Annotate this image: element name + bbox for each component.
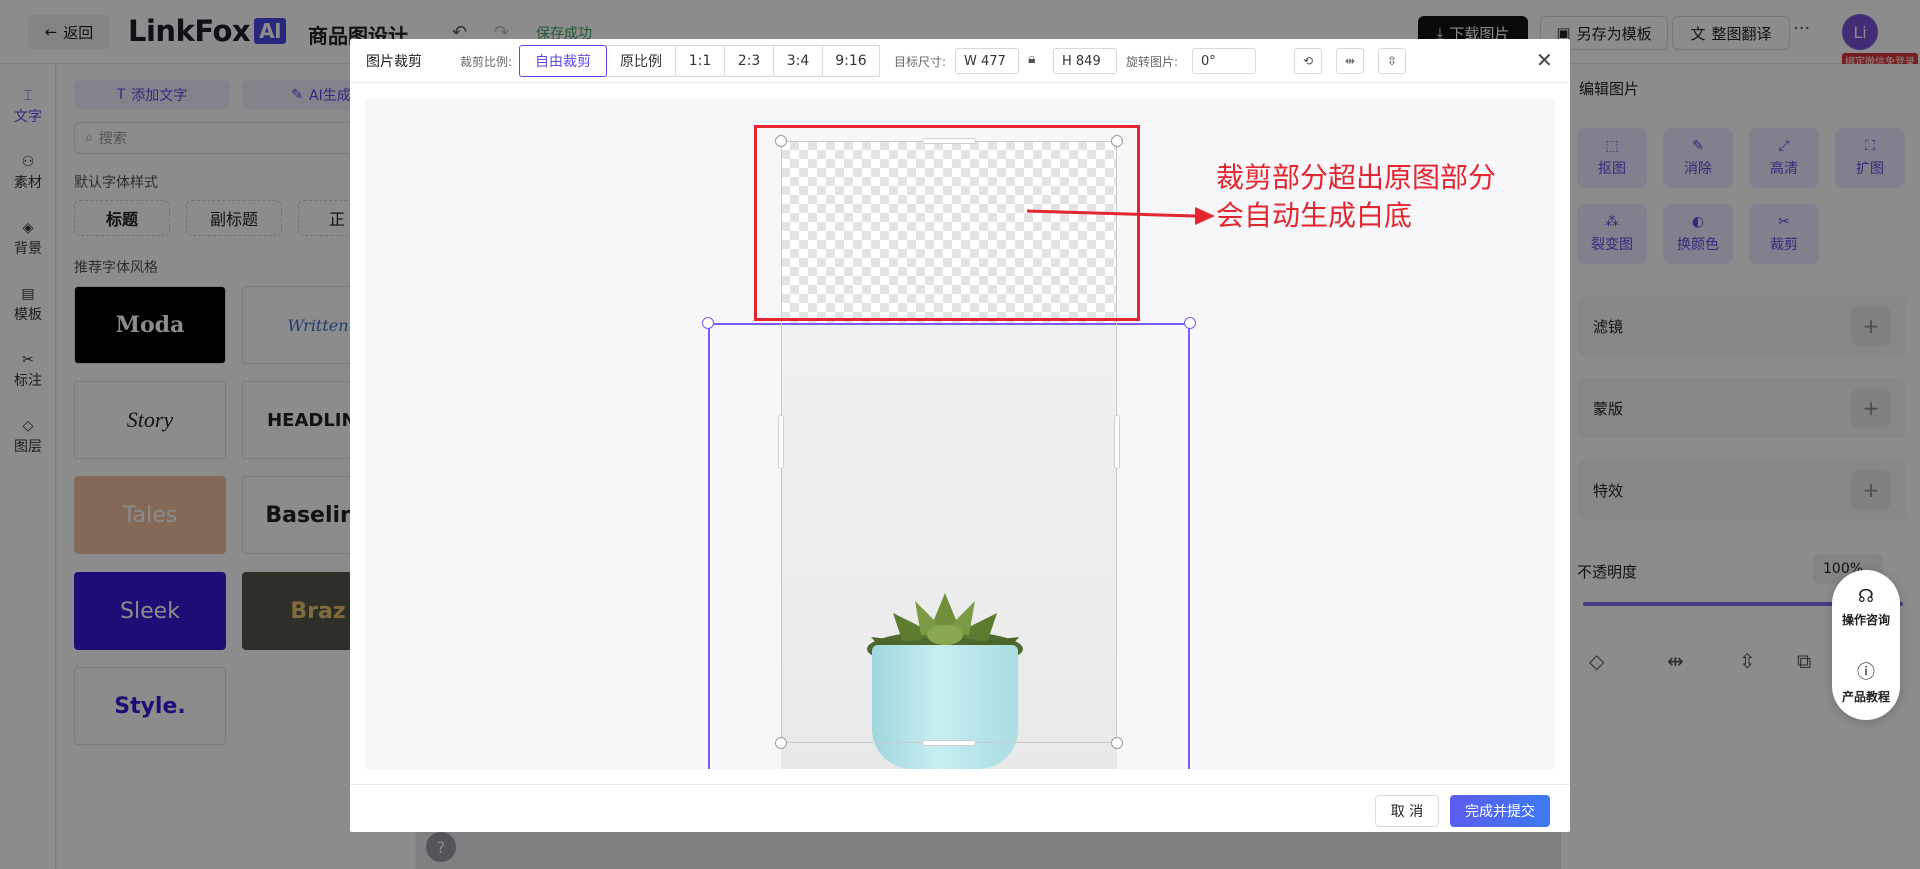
crop-stage[interactable]: 裁剪部分超出原图部分 会自动生成白底	[365, 99, 1555, 769]
modal-footer: 取 消 完成并提交	[350, 784, 1570, 832]
question-circle-icon: ⓘ	[1857, 662, 1875, 683]
consult-button[interactable]: ☊ 操作咨询	[1832, 586, 1900, 628]
crop-modal: 图片裁剪 裁剪比例: 自由裁剪 原比例 1:1 2:3 3:4 9:16 目标尺…	[350, 39, 1570, 832]
image-handle-top-right[interactable]	[1184, 317, 1196, 329]
modal-title: 图片裁剪	[366, 54, 422, 70]
crop-handle-right[interactable]	[1114, 415, 1120, 469]
tutorial-button[interactable]: ⓘ 产品教程	[1832, 658, 1900, 705]
crop-handle-top-right[interactable]	[1111, 135, 1123, 147]
flip-horizontal-icon[interactable]: ⇹	[1336, 48, 1364, 74]
crop-handle-bottom[interactable]	[922, 740, 976, 746]
ratio-1-1[interactable]: 1:1	[675, 45, 725, 77]
ratio-9-16[interactable]: 9:16	[822, 45, 880, 77]
crop-handle-bottom-left[interactable]	[775, 737, 787, 749]
close-icon[interactable]: ✕	[1536, 48, 1553, 72]
cancel-button[interactable]: 取 消	[1375, 795, 1439, 827]
target-size-label: 目标尺寸:	[894, 55, 947, 69]
floating-help: ☊ 操作咨询 ⓘ 产品教程	[1832, 570, 1900, 720]
crop-handle-top[interactable]	[922, 138, 976, 144]
ratio-label: 裁剪比例:	[460, 55, 513, 69]
ratio-2-3[interactable]: 2:3	[724, 45, 774, 77]
rotate-icon[interactable]: ⟲	[1294, 48, 1322, 74]
crop-handle-bottom-right[interactable]	[1111, 737, 1123, 749]
ratio-3-4[interactable]: 3:4	[773, 45, 823, 77]
flip-vertical-icon[interactable]: ⇳	[1378, 48, 1406, 74]
crop-handle-top-left[interactable]	[775, 135, 787, 147]
crop-toolbar: 图片裁剪 裁剪比例: 自由裁剪 原比例 1:1 2:3 3:4 9:16 目标尺…	[350, 39, 1570, 83]
ratio-free[interactable]: 自由裁剪	[519, 45, 607, 77]
image-handle-top-left[interactable]	[702, 317, 714, 329]
submit-button[interactable]: 完成并提交	[1450, 795, 1550, 827]
rotate-label: 旋转图片:	[1126, 55, 1179, 69]
annotation-text: 裁剪部分超出原图部分 会自动生成白底	[1216, 161, 1497, 232]
rotate-input[interactable]: 0°	[1192, 48, 1256, 74]
ratio-group: 自由裁剪 原比例 1:1 2:3 3:4 9:16	[519, 45, 880, 77]
width-input[interactable]: W 477	[955, 48, 1019, 74]
height-input[interactable]: H 849	[1053, 48, 1117, 74]
annotation-arrow	[1026, 207, 1215, 225]
headset-icon: ☊	[1858, 586, 1874, 607]
ratio-original[interactable]: 原比例	[606, 45, 676, 77]
crop-handle-left[interactable]	[778, 415, 784, 469]
lock-icon[interactable]: 🔒︎	[1028, 51, 1035, 67]
